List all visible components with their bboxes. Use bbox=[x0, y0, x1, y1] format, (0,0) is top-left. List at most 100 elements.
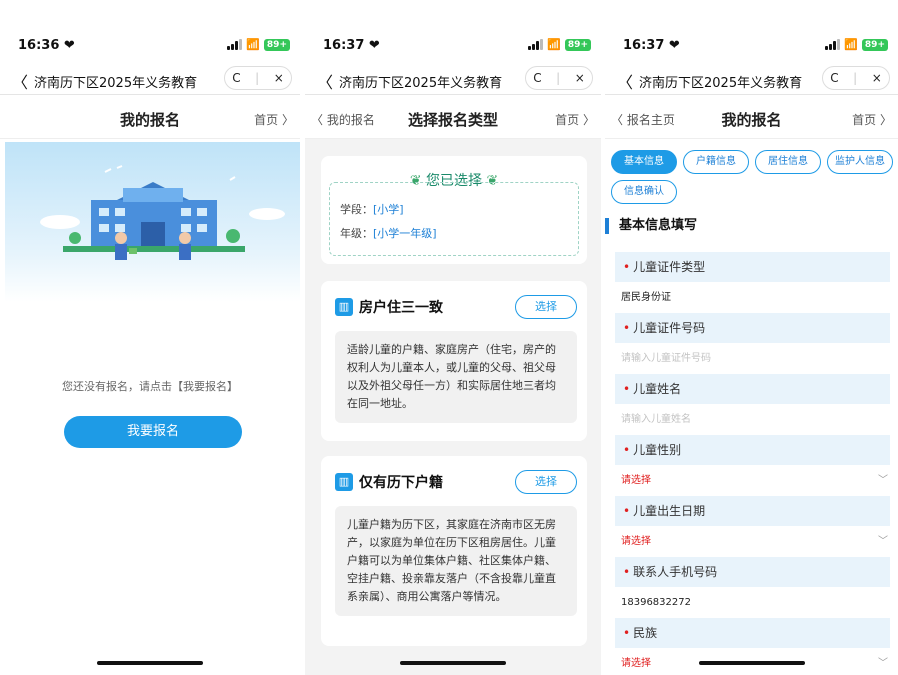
field-contact-phone: • 联系人手机号码 18396832272 bbox=[615, 557, 890, 618]
nav-bar: 〈 我的报名 选择报名类型 首页 〉 bbox=[305, 98, 601, 139]
back-arrow-icon[interactable]: 〈 bbox=[317, 69, 333, 93]
stage-value: [小学] bbox=[373, 203, 404, 216]
option-card: ▥ 仅有历下户籍 选择 儿童户籍为历下区，其家庭在济南市区无房产，以家庭为单位在… bbox=[321, 456, 587, 646]
phone-my-registration-empty: 16:36 ❤ 📶 89+ 〈 济南历下区2025年义务教育 C | × 我的报… bbox=[0, 0, 300, 675]
field-child-gender: • 儿童性别 请选择 ﹀ bbox=[615, 435, 890, 496]
field-label: 儿童证件类型 bbox=[633, 260, 706, 274]
refresh-icon[interactable]: C bbox=[830, 71, 838, 85]
field-id-type: • 儿童证件类型 居民身份证 bbox=[615, 252, 890, 313]
option-title: 房户住三一致 bbox=[359, 300, 443, 316]
required-mark: • bbox=[623, 382, 631, 396]
stage-line: 学段：[小学] bbox=[340, 203, 404, 216]
required-mark: • bbox=[623, 504, 631, 518]
home-link[interactable]: 首页 〉 bbox=[555, 111, 595, 128]
battery-icon: 89+ bbox=[263, 38, 290, 51]
home-indicator bbox=[97, 661, 203, 665]
page-url-title: 济南历下区2025年义务教育 bbox=[339, 76, 503, 91]
id-type-value[interactable]: 居民身份证 bbox=[615, 282, 890, 313]
school-building-illustration bbox=[40, 165, 285, 260]
id-number-input[interactable]: 请输入儿童证件号码 bbox=[615, 343, 890, 374]
option-card: ▥ 房户住三一致 选择 适龄儿童的户籍、家庭房产（住宅，房产的权利人为儿童本人，… bbox=[321, 281, 587, 441]
chevron-down-icon: ﹀ bbox=[878, 536, 888, 547]
close-icon[interactable]: × bbox=[575, 71, 585, 85]
required-mark: • bbox=[623, 321, 631, 335]
building-icon: ▥ bbox=[335, 298, 353, 316]
back-arrow-icon[interactable]: 〈 bbox=[617, 69, 633, 93]
home-indicator bbox=[400, 661, 506, 665]
home-link[interactable]: 首页 〉 bbox=[254, 111, 294, 128]
field-birth-date: • 儿童出生日期 请选择 ﹀ bbox=[615, 496, 890, 557]
signal-icon bbox=[528, 39, 544, 50]
chevron-down-icon: ﹀ bbox=[878, 475, 888, 486]
phone-select-registration-type: 16:37 ❤ 📶 89+ 〈 济南历下区2025年义务教育 C | × 〈 我… bbox=[305, 0, 601, 675]
required-mark: • bbox=[623, 260, 631, 274]
browser-address-bar: 〈 济南历下区2025年义务教育 C | × bbox=[0, 66, 300, 95]
gender-select[interactable]: 请选择 ﹀ bbox=[615, 465, 890, 496]
battery-icon: 89+ bbox=[861, 38, 888, 51]
empty-state-message: 您还没有报名，请点击【我要报名】 bbox=[62, 380, 238, 393]
option-description: 儿童户籍为历下区，其家庭在济南市区无房产，以家庭为单位在历下区租房居住。儿童户籍… bbox=[335, 506, 577, 616]
section-title: 基本信息填写 bbox=[605, 218, 697, 234]
nav-bar: 我的报名 首页 〉 bbox=[0, 98, 300, 139]
option-description: 适龄儿童的户籍、家庭房产（住宅，房产的权利人为儿童本人，或儿童的父母、祖父母以及… bbox=[335, 331, 577, 423]
home-indicator bbox=[698, 661, 805, 665]
select-button[interactable]: 选择 bbox=[515, 295, 577, 319]
building-icon: ▥ bbox=[335, 473, 353, 491]
page-url-title: 济南历下区2025年义务教育 bbox=[34, 76, 198, 91]
status-bar: 16:37 ❤ 📶 89+ bbox=[605, 36, 898, 56]
status-time: 16:36 ❤ bbox=[18, 38, 75, 53]
contact-phone-input[interactable]: 18396832272 bbox=[615, 587, 890, 618]
battery-icon: 89+ bbox=[564, 38, 591, 51]
tab-household-info[interactable]: 户籍信息 bbox=[683, 150, 749, 174]
phone-basic-info-form: 16:37 ❤ 📶 89+ 〈 济南历下区2025年义务教育 C | × 〈 报… bbox=[605, 0, 898, 675]
browser-address-bar: 〈 济南历下区2025年义务教育 C | × bbox=[305, 66, 601, 95]
tab-basic-info[interactable]: 基本信息 bbox=[611, 150, 677, 174]
selected-summary-card: ❦ 您已选择 ❦ 学段：[小学] 年级：[小学一年级] bbox=[321, 156, 587, 264]
select-button[interactable]: 选择 bbox=[515, 470, 577, 494]
signal-icon bbox=[227, 39, 243, 50]
home-link[interactable]: 首页 〉 bbox=[852, 111, 892, 128]
close-icon[interactable]: × bbox=[872, 71, 882, 85]
browser-controls: C | × bbox=[224, 66, 292, 90]
child-name-input[interactable]: 请输入儿童姓名 bbox=[615, 404, 890, 435]
field-label: 儿童姓名 bbox=[633, 382, 682, 396]
grade-line: 年级：[小学一年级] bbox=[340, 227, 437, 240]
register-button[interactable]: 我要报名 bbox=[64, 416, 242, 448]
field-label: 联系人手机号码 bbox=[633, 565, 718, 579]
school-illustration bbox=[5, 142, 300, 302]
field-ethnicity: • 民族 请选择 ﹀ bbox=[615, 618, 890, 675]
status-time: 16:37 ❤ bbox=[323, 38, 380, 53]
grade-value: [小学一年级] bbox=[373, 227, 437, 240]
page-url-title: 济南历下区2025年义务教育 bbox=[639, 76, 803, 91]
tab-guardian-info[interactable]: 监护人信息 bbox=[827, 150, 893, 174]
browser-controls: C | × bbox=[525, 66, 593, 90]
close-icon[interactable]: × bbox=[274, 71, 284, 85]
back-arrow-icon[interactable]: 〈 bbox=[12, 69, 28, 93]
browser-controls: C | × bbox=[822, 66, 890, 90]
field-id-number: • 儿童证件号码 请输入儿童证件号码 bbox=[615, 313, 890, 374]
option-title: 仅有历下户籍 bbox=[359, 475, 443, 491]
nav-bar: 〈 报名主页 我的报名 首页 〉 bbox=[605, 98, 898, 139]
status-bar: 16:37 ❤ 📶 89+ bbox=[305, 36, 601, 56]
field-child-name: • 儿童姓名 请输入儿童姓名 bbox=[615, 374, 890, 435]
chevron-down-icon: ﹀ bbox=[878, 658, 888, 669]
status-time: 16:37 ❤ bbox=[623, 38, 680, 53]
screenshot-collage: 16:36 ❤ 📶 89+ 〈 济南历下区2025年义务教育 C | × 我的报… bbox=[0, 0, 898, 675]
wifi-icon: 📶 bbox=[844, 38, 858, 51]
tab-residence-info[interactable]: 居住信息 bbox=[755, 150, 821, 174]
wifi-icon: 📶 bbox=[547, 38, 561, 51]
field-label: 儿童证件号码 bbox=[633, 321, 706, 335]
required-mark: • bbox=[623, 626, 631, 640]
signal-icon bbox=[825, 39, 841, 50]
required-mark: • bbox=[623, 443, 631, 457]
refresh-icon[interactable]: C bbox=[232, 71, 240, 85]
status-bar: 16:36 ❤ 📶 89+ bbox=[0, 36, 300, 56]
field-label: 儿童出生日期 bbox=[633, 504, 706, 518]
browser-address-bar: 〈 济南历下区2025年义务教育 C | × bbox=[605, 66, 898, 95]
field-label: 儿童性别 bbox=[633, 443, 682, 457]
refresh-icon[interactable]: C bbox=[533, 71, 541, 85]
wifi-icon: 📶 bbox=[246, 38, 260, 51]
birth-date-select[interactable]: 请选择 ﹀ bbox=[615, 526, 890, 557]
required-mark: • bbox=[623, 565, 631, 579]
tab-confirm-info[interactable]: 信息确认 bbox=[611, 180, 677, 204]
